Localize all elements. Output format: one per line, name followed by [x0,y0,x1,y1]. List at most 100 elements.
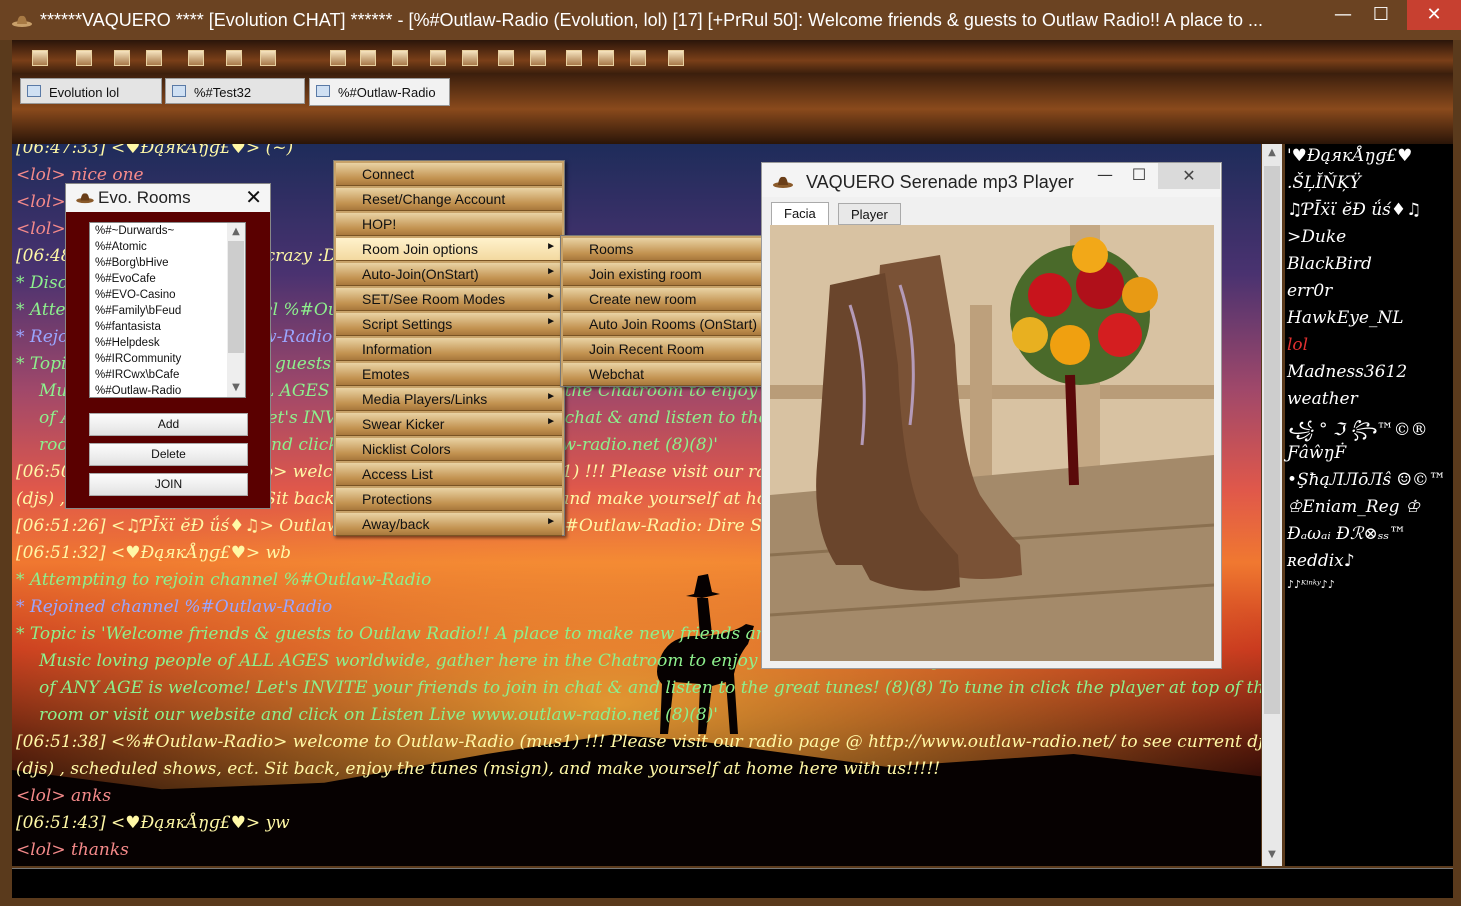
toolbar-icon-13[interactable] [498,50,514,66]
toolbar-icon-1[interactable] [32,50,48,66]
nick-item[interactable]: err0r [1287,281,1332,301]
player-minimize-button[interactable]: — [1090,165,1120,184]
submenu-arrow-icon: ► [546,266,556,277]
room-list-item[interactable]: %#Outlaw-Radio [90,383,245,397]
nick-item[interactable]: >Duke [1287,227,1346,247]
tab-test32[interactable]: %#Test32 [165,78,305,104]
submenu-arrow-icon: ► [546,241,556,252]
toolbar-icon-2[interactable] [76,50,92,66]
room-list-item[interactable]: %#~Durwards~ [90,223,245,239]
menu-item[interactable]: Connect [336,163,562,186]
menu-item[interactable]: Protections [336,488,562,511]
room-list-item[interactable]: %#IRCwx\bCafe [90,367,245,383]
scroll-down-arrow[interactable]: ▼ [227,379,245,397]
menu-item[interactable]: SET/See Room Modes ► [336,288,562,311]
toolbar-icon-5[interactable] [188,50,204,66]
menu-item[interactable]: Swear Kicker ► [336,413,562,436]
nick-item[interactable]: weather [1287,389,1358,409]
toolbar-icon-18[interactable] [668,50,684,66]
menu-item-label: Emotes [362,366,410,382]
scroll-down-arrow[interactable]: ▼ [1262,846,1282,864]
toolbar-icon-8[interactable] [330,50,346,66]
nick-item[interactable]: •ŞħąЛЛōЛŝ ☺©™ [1287,470,1446,490]
chat-line: [06:51:38] <%#Outlaw-Radio> welcome to O… [16,732,1261,752]
nick-item[interactable]: '♥ĐąякÅŋɡ£♥ [1287,146,1412,166]
nick-item[interactable]: ♫ƤĪẍϊ ĕĐ ǘś♦♫ [1287,200,1421,220]
menu-item-label: Join Recent Room [589,341,705,357]
nick-item[interactable]: HawkEye_NL [1287,308,1404,328]
nick-item[interactable]: lol [1287,335,1308,355]
menu-item[interactable]: Away/back ► [336,513,562,536]
nick-item[interactable]: ♪♪ᴷⁱⁿᵏʸ♪♪ [1287,578,1335,591]
scroll-up-arrow[interactable]: ▲ [227,223,245,241]
scroll-up-arrow[interactable]: ▲ [1262,144,1282,162]
player-maximize-button[interactable]: ☐ [1124,165,1154,184]
room-list-item[interactable]: %#EVO-Casino [90,287,245,303]
context-menu: Connect Reset/Change Account HOP! Room Join… [333,160,565,536]
nick-item[interactable]: ʀeddix♪ [1287,551,1355,571]
room-list-scrollbar[interactable]: ▲ ▼ [227,223,245,397]
toolbar-icon-9[interactable] [360,50,376,66]
message-input[interactable] [12,868,1453,898]
menu-item[interactable]: Script Settings ► [336,313,562,336]
chat-scrollbar[interactable]: ▲ ▼ [1262,144,1282,866]
menu-item[interactable]: Room Join options ► [336,238,562,261]
nick-item[interactable]: BlackBird [1287,254,1372,274]
nick-item[interactable]: ƑâŵŋḞ [1287,443,1346,463]
toolbar-icon-12[interactable] [462,50,478,66]
menu-item[interactable]: Media Players/Links ► [336,388,562,411]
globe-icon[interactable] [566,50,582,66]
join-room-button[interactable]: JOIN [89,473,248,496]
room-list-item[interactable]: %#Borg\bHive [90,255,245,271]
chat-line: <lol> anks [16,786,112,806]
toolbar-icon-4[interactable] [146,50,162,66]
room-list-item[interactable]: %#IRCommunity [90,351,245,367]
room-list-item[interactable]: %#EvoCafe [90,271,245,287]
rooms-dialog: Evo. Rooms ✕ %#~Durwards~ %#Atomic %#Borg\… [65,183,271,509]
close-icon[interactable]: ✕ [245,185,262,210]
scroll-thumb[interactable] [228,241,244,353]
menu-item[interactable]: Nicklist Colors [336,438,562,461]
tab-outlaw-radio[interactable]: %#Outlaw-Radio [309,78,450,106]
clock-icon[interactable] [392,50,408,66]
toolbar-icon-6[interactable] [226,50,242,66]
room-list-item[interactable]: %#Family\bFeud [90,303,245,319]
nick-item[interactable]: Ðₐωₐᵢ Ðℛ⊗ₛₛ™ [1287,524,1406,544]
delete-room-button[interactable]: Delete [89,443,248,466]
chat-line: of ANY AGE is welcome! Let's INVITE your… [39,678,1261,698]
nicklist[interactable]: '♥ĐąякÅŋɡ£♥ .ŠĻĬŇĶŸ ♫ƤĪẍϊ ĕĐ ǘś♦♫ >Duke Blac… [1285,144,1453,866]
nick-item[interactable]: Madness3612 [1287,362,1407,382]
chat-line: room or visit our website and click on L… [39,705,718,725]
close-button[interactable]: ✕ [1407,0,1461,30]
menu-item[interactable]: Auto-Join(OnStart) ► [336,263,562,286]
scroll-thumb[interactable] [1264,166,1280,714]
tab-player[interactable]: Player [838,203,901,225]
toolbar-icon-17[interactable] [630,50,646,66]
room-list[interactable]: %#~Durwards~ %#Atomic %#Borg\bHive %#EvoCaf… [89,222,246,398]
toolbar-icon-11[interactable] [430,50,446,66]
add-room-button[interactable]: Add [89,413,248,436]
toolbar-icon-16[interactable] [598,50,614,66]
nick-item[interactable]: .ŠĻĬŇĶŸ [1287,173,1361,193]
menu-item[interactable]: Information [336,338,562,361]
room-list-item[interactable]: %#fantasista [90,319,245,335]
menu-item[interactable]: Access List [336,463,562,486]
cowboy-hat-icon [773,176,793,188]
room-list-item[interactable]: %#Helpdesk [90,335,245,351]
menu-item-label: Information [362,341,433,357]
photo-illustration [770,225,1214,661]
tab-facia[interactable]: Facia [771,202,829,226]
menu-item[interactable]: Emotes [336,363,562,386]
room-list-item[interactable]: %#Atomic [90,239,245,255]
toolbar-icon-7[interactable] [260,50,276,66]
menu-item[interactable]: Reset/Change Account [336,188,562,211]
chat-line: * Rejoined channel %#Outlaw-Radio [16,597,333,617]
toolbar-icon-3[interactable] [114,50,130,66]
toolbar-icon-14[interactable] [530,50,546,66]
menu-item[interactable]: HOP! [336,213,562,236]
nick-item[interactable]: ♔Eniam_Reg ♔ [1287,497,1420,517]
player-close-button[interactable]: ✕ [1158,163,1220,189]
tab-evolution-lol[interactable]: Evolution lol [20,78,162,104]
tab-label: %#Test32 [194,85,252,100]
maximize-button[interactable]: ☐ [1358,0,1404,30]
